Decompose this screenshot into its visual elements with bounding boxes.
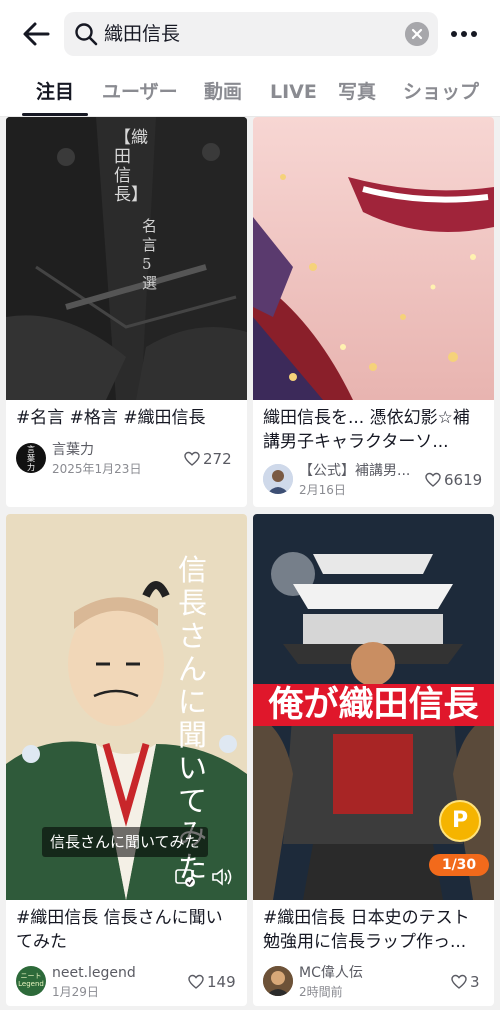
coin-icon[interactable]: P (439, 800, 481, 842)
video-card[interactable]: 信長さんに聞いてみた 信長さんに聞いてみた #織田信長 信長さんに聞いてみた ニ… (6, 514, 247, 1006)
author-name[interactable]: neet.legend (52, 964, 172, 982)
avatar[interactable] (263, 966, 293, 996)
avatar-image (263, 966, 293, 996)
more-options-icon[interactable] (448, 22, 480, 46)
avatar-text: ニート Legend (18, 972, 44, 988)
card-title: #織田信長 日本史のテスト勉強用に信長ラップ作っ... (263, 908, 470, 952)
card-title: #織田信長 信長さんに聞いてみた (16, 908, 223, 952)
video-thumbnail[interactable]: 俺が織田信長 P 1/30 (253, 514, 494, 900)
post-date: 2025年1月23日 (52, 462, 142, 476)
photo-count-badge: 1/30 (429, 854, 489, 876)
anime-illustration (253, 117, 494, 400)
avatar[interactable]: 言葉力 (16, 443, 46, 473)
video-card[interactable]: 【織田信長】 名言5選 #名言 #格言 #織田信長 言葉力 言葉力 2025年1… (6, 117, 247, 507)
tab-live[interactable]: LIVE (270, 79, 317, 105)
search-icon (75, 23, 98, 46)
avatar-text: 言葉力 (27, 445, 35, 472)
thumbnail-banner-text: 俺が織田信長 (253, 684, 494, 726)
like-count: 149 (207, 973, 236, 991)
back-arrow-icon[interactable] (20, 18, 52, 50)
avatar[interactable] (263, 464, 293, 494)
like-count: 272 (203, 450, 232, 468)
video-thumbnail[interactable] (253, 117, 494, 400)
active-tab-indicator (22, 113, 88, 116)
post-date: 2月16日 (299, 483, 346, 497)
photo-mode-icon (175, 869, 195, 887)
header-bar: 織田信長 (0, 0, 500, 68)
like-count: 6619 (444, 471, 483, 489)
video-caption: 信長さんに聞いてみた (42, 827, 208, 857)
tab-photos[interactable]: 写真 (338, 79, 376, 105)
heart-icon[interactable] (451, 974, 467, 990)
avatar[interactable]: ニート Legend (16, 966, 46, 996)
video-card[interactable]: 織田信長を... 憑依幻影☆補講男子キャラクターソ... 【公式】補講男... … (253, 117, 494, 507)
tab-videos[interactable]: 動画 (204, 79, 242, 105)
heart-icon[interactable] (425, 472, 441, 488)
card-title: 織田信長を... 憑依幻影☆補講男子キャラクターソ... (263, 408, 470, 452)
post-date: 1月29日 (52, 985, 99, 999)
tab-bar: 注目 ユーザー 動画 LIVE 写真 ショップ (0, 68, 500, 117)
search-query: 織田信長 (104, 23, 181, 45)
sound-icon[interactable] (210, 866, 234, 888)
author-name[interactable]: MC偉人伝 (299, 964, 419, 982)
clear-icon[interactable] (405, 22, 429, 46)
tab-featured[interactable]: 注目 (36, 79, 74, 105)
video-card[interactable]: 俺が織田信長 P 1/30 #織田信長 日本史のテスト勉強用に信長ラップ作っ..… (253, 514, 494, 1006)
video-thumbnail[interactable]: 信長さんに聞いてみた 信長さんに聞いてみた (6, 514, 247, 900)
thumbnail-subtitle-vertical: 名言5選 (142, 217, 158, 292)
avatar-image (263, 464, 293, 494)
thumbnail-title-vertical: 【織田信長】 (114, 128, 148, 205)
search-input[interactable]: 織田信長 (64, 12, 438, 56)
author-name[interactable]: 言葉力 (52, 441, 172, 459)
video-thumbnail[interactable]: 【織田信長】 名言5選 (6, 117, 247, 400)
author-name[interactable]: 【公式】補講男... (299, 462, 419, 480)
tab-shop[interactable]: ショップ (403, 79, 479, 105)
card-title: #名言 #格言 #織田信長 (16, 408, 206, 428)
post-date: 2時間前 (299, 985, 343, 999)
like-count: 3 (470, 973, 480, 991)
tab-users[interactable]: ユーザー (102, 79, 178, 105)
heart-icon[interactable] (184, 451, 200, 467)
heart-icon[interactable] (188, 974, 204, 990)
